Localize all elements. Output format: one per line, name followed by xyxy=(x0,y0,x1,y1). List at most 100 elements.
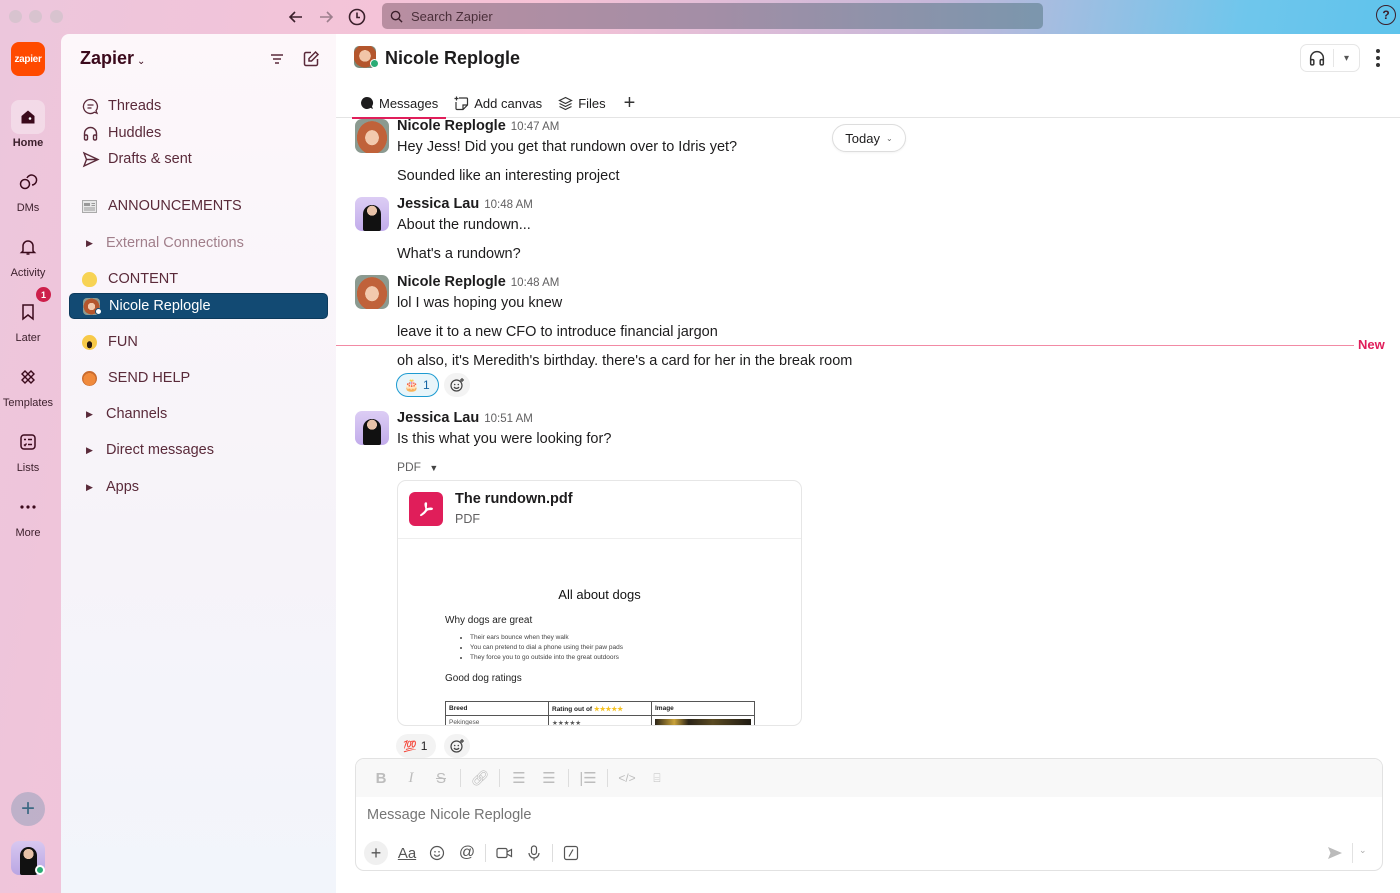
workspace-logo[interactable]: zapier xyxy=(11,42,45,76)
sidebar-item-drafts-sent[interactable]: Drafts & sent xyxy=(69,146,328,172)
chevron-down-icon: ⌄ xyxy=(886,133,893,143)
more-options-button[interactable] xyxy=(1370,46,1386,70)
pdf-preview[interactable]: All about dogs Why dogs are great Their … xyxy=(398,539,801,725)
divider xyxy=(607,769,608,787)
rail-item-templates[interactable]: Templates xyxy=(0,360,56,409)
timestamp[interactable]: 10:48 AM xyxy=(511,277,560,289)
timestamp[interactable]: 10:48 AM xyxy=(484,199,533,211)
mention-button[interactable]: @ xyxy=(452,841,482,865)
message-text: lol I was hoping you knew xyxy=(397,295,563,311)
link-button[interactable]: 🔗︎ xyxy=(465,769,495,787)
timestamp[interactable]: 10:47 AM xyxy=(511,121,560,133)
avatar[interactable] xyxy=(355,411,389,445)
emoji-button[interactable] xyxy=(422,841,452,865)
window-zoom-button[interactable] xyxy=(50,10,63,23)
divider xyxy=(568,769,569,787)
tab-add-canvas[interactable]: Add canvas xyxy=(446,88,550,118)
rail-item-dms[interactable]: DMs xyxy=(0,165,56,214)
sidebar-section-apps[interactable]: ▶ Apps xyxy=(69,474,328,500)
ordered-list-icon: ☰ xyxy=(512,770,526,787)
code-block-button[interactable]: ⌸ xyxy=(642,771,672,786)
huddle-button[interactable]: ▾ xyxy=(1300,44,1360,72)
rail-item-more[interactable]: More xyxy=(0,490,56,539)
preview-table: Breed Rating out of ★★★★★ Image Pekinges… xyxy=(445,701,755,725)
emoji-icon xyxy=(429,845,445,861)
strikethrough-button[interactable]: S xyxy=(426,770,456,787)
rail-item-home[interactable]: Home xyxy=(0,100,56,149)
timestamp[interactable]: 10:51 AM xyxy=(484,413,533,425)
compose-button[interactable] xyxy=(300,48,322,70)
avatar[interactable] xyxy=(355,119,389,153)
add-tab-button[interactable]: + xyxy=(614,88,646,118)
author-name[interactable]: Nicole Replogle xyxy=(397,274,506,290)
sidebar-item-content[interactable]: CONTENT xyxy=(69,266,328,292)
bold-button[interactable]: B xyxy=(366,770,396,787)
sidebar-item-label: Nicole Replogle xyxy=(109,298,211,314)
author-name[interactable]: Jessica Lau xyxy=(397,410,479,426)
sidebar-item-nicole-replogle[interactable]: Nicole Replogle xyxy=(69,293,328,319)
divider xyxy=(552,844,553,862)
composer-tools: + Aa @ xyxy=(364,841,586,865)
sidebar-item-external-connections[interactable]: ▶ External Connections xyxy=(69,230,328,256)
sidebar-section-direct-messages[interactable]: ▶ Direct messages xyxy=(69,437,328,463)
rail-item-lists[interactable]: Lists xyxy=(0,425,56,474)
sidebar-item-send-help[interactable]: SEND HELP xyxy=(69,365,328,391)
bulleted-list-button[interactable]: ☰ xyxy=(534,769,564,787)
shortcuts-button[interactable] xyxy=(556,841,586,865)
rail-item-later[interactable]: 1 Later xyxy=(0,287,56,344)
author-name[interactable]: Jessica Lau xyxy=(397,196,479,212)
reaction-cake[interactable]: 🎂 1 xyxy=(396,373,439,397)
attach-button[interactable]: + xyxy=(364,841,388,865)
new-messages-divider xyxy=(336,345,1354,346)
sidebar-section-channels[interactable]: ▶ Channels xyxy=(69,401,328,427)
window-minimize-button[interactable] xyxy=(29,10,42,23)
video-clip-button[interactable] xyxy=(489,841,519,865)
bulleted-list-icon: ☰ xyxy=(542,770,556,787)
table-header: Breed xyxy=(445,701,549,716)
filter-button[interactable] xyxy=(266,48,288,70)
reaction-100[interactable]: 💯 1 xyxy=(396,734,436,758)
send-button[interactable] xyxy=(1323,843,1347,863)
chevron-down-icon[interactable]: ▾ xyxy=(1334,53,1359,64)
forward-button[interactable] xyxy=(314,5,338,29)
avatar[interactable] xyxy=(355,197,389,231)
ordered-list-button[interactable]: ☰ xyxy=(504,769,534,787)
add-workspace-button[interactable]: + xyxy=(11,792,45,826)
file-name[interactable]: The rundown.pdf xyxy=(455,491,573,507)
stars: ★★★★★ xyxy=(593,705,624,713)
schedule-send-button[interactable]: ⌄ xyxy=(1359,845,1367,856)
blockquote-button[interactable]: |☰ xyxy=(573,769,603,787)
code-button[interactable]: </> xyxy=(612,771,642,785)
add-reaction-button[interactable] xyxy=(444,373,470,397)
window-close-button[interactable] xyxy=(9,10,22,23)
date-jump-button[interactable]: Today ⌄ xyxy=(832,124,906,152)
format-toggle-button[interactable]: Aa xyxy=(392,841,422,865)
caret-right-icon: ▶ xyxy=(86,237,93,248)
italic-button[interactable]: I xyxy=(396,770,426,787)
tab-messages[interactable]: Messages xyxy=(352,88,447,119)
divider xyxy=(460,769,461,787)
message-bubble-icon xyxy=(360,96,374,110)
sidebar-item-huddles[interactable]: Huddles xyxy=(69,120,328,146)
search-bar[interactable]: Search Zapier xyxy=(382,3,1043,29)
add-reaction-button[interactable] xyxy=(444,734,470,758)
author-name[interactable]: Nicole Replogle xyxy=(397,118,506,134)
file-attachment[interactable]: The rundown.pdf PDF All about dogs Why d… xyxy=(397,480,802,726)
avatar[interactable] xyxy=(355,275,389,309)
sidebar-item-threads[interactable]: Threads xyxy=(69,93,328,119)
sidebar-item-fun[interactable]: FUN xyxy=(69,329,328,355)
microphone-icon xyxy=(528,845,540,861)
tab-files[interactable]: Files xyxy=(550,88,613,118)
audio-clip-button[interactable] xyxy=(519,841,549,865)
sidebar-item-announcements[interactable]: ANNOUNCEMENTS xyxy=(69,193,328,219)
history-button[interactable] xyxy=(345,5,369,29)
back-button[interactable] xyxy=(284,5,308,29)
message-input[interactable] xyxy=(367,807,1267,823)
channel-title[interactable]: Nicole Replogle xyxy=(385,48,520,69)
reaction-emoji: 💯 xyxy=(403,740,417,753)
rail-item-activity[interactable]: Activity xyxy=(0,230,56,279)
attachment-toggle[interactable]: PDF ▼ xyxy=(397,460,438,474)
workspace-switcher[interactable]: Zapier ⌄ xyxy=(80,48,145,69)
message-text: What's a rundown? xyxy=(397,246,521,262)
help-button[interactable]: ? xyxy=(1376,5,1396,25)
